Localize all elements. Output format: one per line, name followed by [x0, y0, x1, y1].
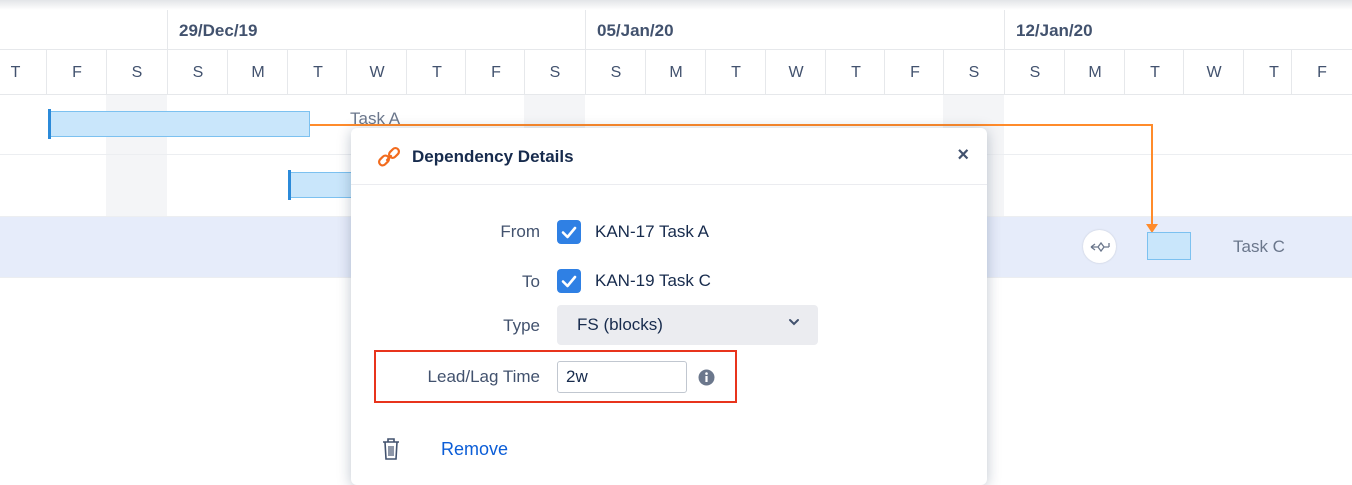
task-c-label: Task C — [1233, 237, 1285, 256]
dialog-header: Dependency Details × — [351, 128, 987, 185]
remove-link[interactable]: Remove — [441, 439, 508, 460]
day-label: S — [106, 50, 167, 94]
info-icon[interactable] — [698, 369, 715, 386]
from-label: From — [500, 222, 540, 241]
day-label: T — [825, 50, 886, 94]
to-checkbox[interactable] — [557, 269, 581, 293]
day-label: W — [765, 50, 826, 94]
close-icon[interactable]: × — [957, 145, 969, 165]
week-header-row: 29/Dec/19 05/Jan/20 12/Jan/20 — [0, 10, 1352, 50]
day-label: M — [1064, 50, 1125, 94]
to-label: To — [522, 272, 540, 291]
lead-lag-input[interactable] — [557, 361, 687, 393]
dependency-line[interactable] — [1151, 124, 1153, 226]
day-label: F — [46, 50, 107, 94]
day-label: S — [943, 50, 1004, 94]
to-value: KAN-19 Task C — [595, 271, 711, 290]
day-label: T — [10, 64, 21, 81]
day-label: T — [1124, 50, 1185, 94]
from-value: KAN-17 Task A — [595, 222, 710, 241]
day-label: F — [465, 50, 526, 94]
day-label: S — [167, 50, 228, 94]
day-label: W — [1183, 50, 1244, 94]
day-label: T — [705, 50, 766, 94]
lead-lag-label: Lead/Lag Time — [427, 367, 540, 386]
task-a-bar[interactable] — [50, 111, 310, 137]
dependency-handle-glyph — [1090, 241, 1110, 253]
day-label: T — [287, 50, 348, 94]
day-label: T — [406, 50, 467, 94]
week-label: 29/Dec/19 — [179, 21, 258, 40]
check-icon — [561, 226, 577, 239]
task-a-label: Task A — [350, 109, 401, 128]
dialog-title: Dependency Details — [412, 147, 574, 166]
from-checkbox[interactable] — [557, 220, 581, 244]
dependency-line[interactable] — [310, 124, 1153, 126]
day-label: M — [227, 50, 288, 94]
week-label: 12/Jan/20 — [1016, 21, 1093, 40]
type-label: Type — [503, 316, 540, 335]
day-label: S — [1004, 50, 1065, 94]
link-icon — [377, 146, 401, 167]
type-select-value: FS (blocks) — [577, 315, 663, 334]
dependency-handle-icon[interactable] — [1083, 230, 1116, 263]
task-c-bar[interactable] — [1147, 232, 1191, 260]
day-label: W — [346, 50, 407, 94]
task-b-bar-start[interactable] — [288, 170, 291, 200]
day-label: M — [645, 50, 706, 94]
day-label: F — [884, 50, 945, 94]
task-a-bar-start[interactable] — [48, 109, 51, 139]
top-shadow — [0, 0, 1352, 10]
check-icon — [561, 275, 577, 288]
day-header-row: T F S S M T W T F S S M T W T F S S M T … — [0, 50, 1352, 95]
day-label: F — [1291, 50, 1352, 94]
chevron-down-icon — [788, 316, 800, 330]
week-label: 05/Jan/20 — [597, 21, 674, 40]
day-label: S — [524, 50, 585, 94]
day-label: S — [585, 50, 646, 94]
type-select[interactable]: FS (blocks) — [557, 305, 818, 345]
trash-icon[interactable] — [380, 436, 402, 462]
